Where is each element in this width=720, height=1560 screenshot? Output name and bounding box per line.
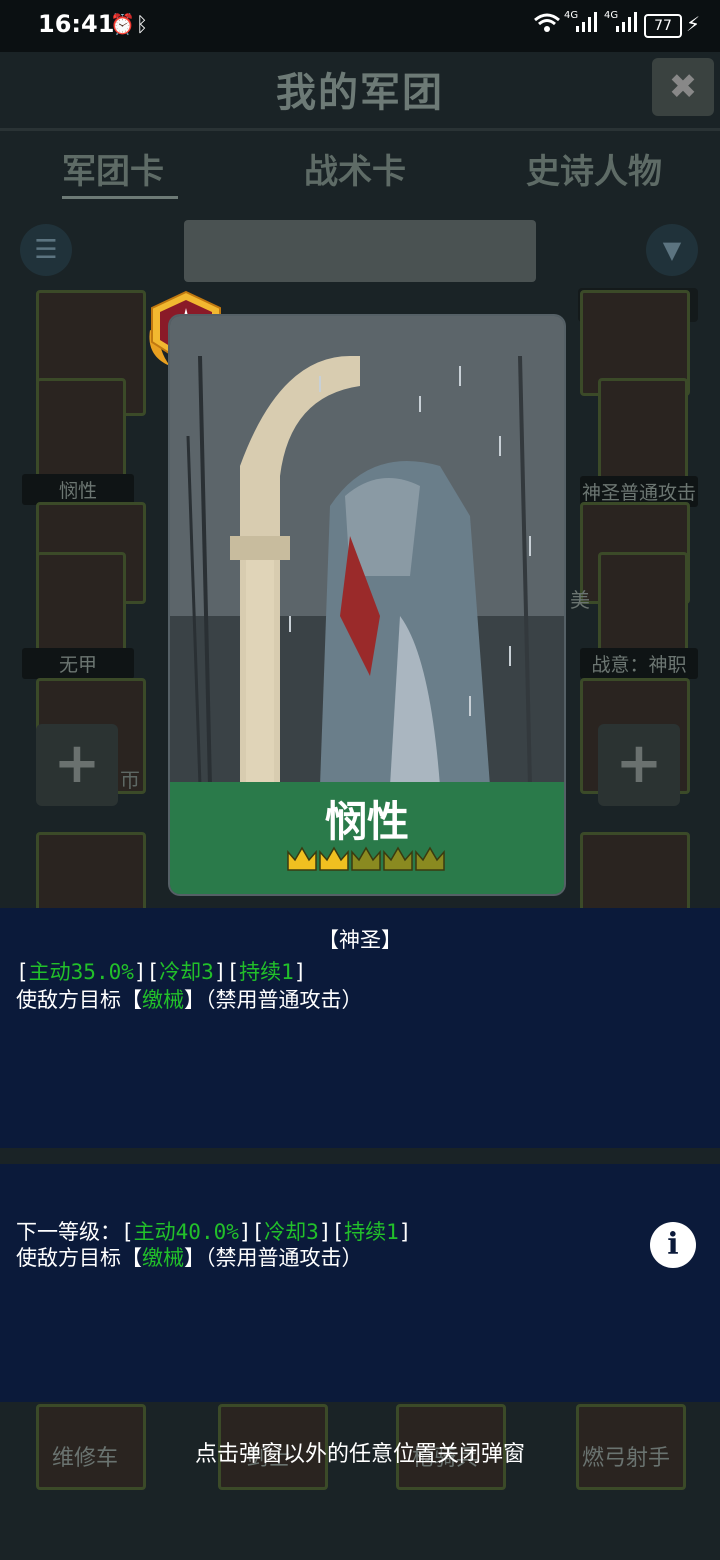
crown-empty-icon	[351, 846, 381, 871]
duration: 持续1	[239, 960, 294, 984]
divider	[0, 128, 720, 131]
bracket: ]	[293, 960, 307, 984]
active-chance: 主动35.0%	[28, 960, 134, 984]
battery-icon: 77	[644, 14, 682, 38]
wifi-icon	[534, 12, 560, 39]
skill-card: 悯性	[170, 316, 564, 894]
effect-text: 使敌方目标【	[16, 1246, 142, 1270]
add-unit-button[interactable]: +	[598, 724, 680, 806]
effect-text: 】（禁用普通攻击）	[184, 988, 363, 1012]
active-tab-indicator	[62, 196, 178, 199]
skill-effect: 使敌方目标【缴械】（禁用普通攻击）	[16, 984, 363, 1014]
bracket: ][	[238, 1220, 265, 1244]
unit-card[interactable]	[36, 552, 126, 652]
status-bar: 16:41 ⏰ ᛒ 4G 4G 77 ⚡	[0, 0, 720, 52]
unit-card[interactable]	[598, 552, 688, 652]
bracket: ][	[318, 1220, 345, 1244]
plus-icon: +	[615, 731, 663, 796]
next-level-label: 下一等级：[	[16, 1220, 134, 1244]
list-menu-button[interactable]: ☰	[20, 224, 72, 276]
close-hint: 点击弹窗以外的任意位置关闭弹窗	[194, 1442, 525, 1467]
battery-level: 77	[654, 18, 672, 34]
unit-card[interactable]	[36, 378, 126, 480]
bracket: ]	[398, 1220, 412, 1244]
duration: 持续1	[344, 1220, 399, 1244]
page-title: 我的军团	[276, 70, 444, 116]
card-name: 悯性	[324, 797, 409, 846]
crown-empty-icon	[383, 846, 413, 871]
search-input[interactable]	[184, 220, 536, 282]
info-button[interactable]: i	[650, 1222, 696, 1268]
alarm-icon: ⏰	[110, 12, 135, 36]
bracket: ][	[133, 960, 160, 984]
status-effect: 缴械	[142, 1246, 184, 1270]
cooldown: 冷却3	[264, 1220, 319, 1244]
charging-icon: ⚡	[686, 12, 701, 36]
card-tag: 无甲	[22, 648, 134, 679]
filter-button[interactable]: ▼	[646, 224, 698, 276]
list-icon: ☰	[34, 235, 58, 265]
crown-filled-icon	[319, 846, 349, 871]
signal-4g-icon	[616, 12, 638, 37]
tab-epic-characters[interactable]: 史诗人物	[526, 144, 662, 193]
crown-empty-icon	[415, 846, 445, 871]
status-time: 16:41	[38, 10, 115, 38]
bluetooth-icon: ᛒ	[136, 12, 148, 36]
active-chance: 主动40.0%	[133, 1220, 239, 1244]
cooldown: 冷却3	[159, 960, 214, 984]
signal-4g-icon	[576, 12, 598, 37]
card-tag: 悯性	[22, 474, 134, 505]
star-rating	[287, 846, 445, 871]
close-button[interactable]: ✖	[652, 58, 714, 116]
tab-legion-cards[interactable]: 军团卡	[62, 144, 164, 193]
card-tag: 战意：神职	[580, 648, 698, 679]
tab-tactic-cards[interactable]: 战术卡	[304, 144, 406, 193]
unit-card[interactable]	[598, 378, 688, 480]
bracket: [	[16, 960, 29, 984]
effect-text: 】（禁用普通攻击）	[184, 1246, 363, 1270]
bracket: ][	[213, 960, 240, 984]
next-level-effect: 使敌方目标【缴械】（禁用普通攻击）	[16, 1242, 363, 1272]
partial-label: 帀	[120, 768, 140, 792]
plus-icon: +	[53, 731, 101, 796]
filter-icon: ▼	[662, 236, 682, 264]
partial-label: 美	[570, 588, 590, 612]
skill-description-panel: 【神圣】 [主动35.0%][冷却3][持续1] 使敌方目标【缴械】（禁用普通攻…	[0, 908, 720, 1148]
skill-category: 【神圣】	[318, 928, 402, 952]
add-unit-button[interactable]: +	[36, 724, 118, 806]
next-level-panel: 下一等级：[主动40.0%][冷却3][持续1] 使敌方目标【缴械】（禁用普通攻…	[0, 1164, 720, 1402]
skill-stats: [主动35.0%][冷却3][持续1]	[16, 956, 306, 986]
effect-text: 使敌方目标【	[16, 988, 142, 1012]
status-effect: 缴械	[142, 988, 184, 1012]
crown-filled-icon	[287, 846, 317, 871]
info-icon: i	[667, 1227, 679, 1262]
